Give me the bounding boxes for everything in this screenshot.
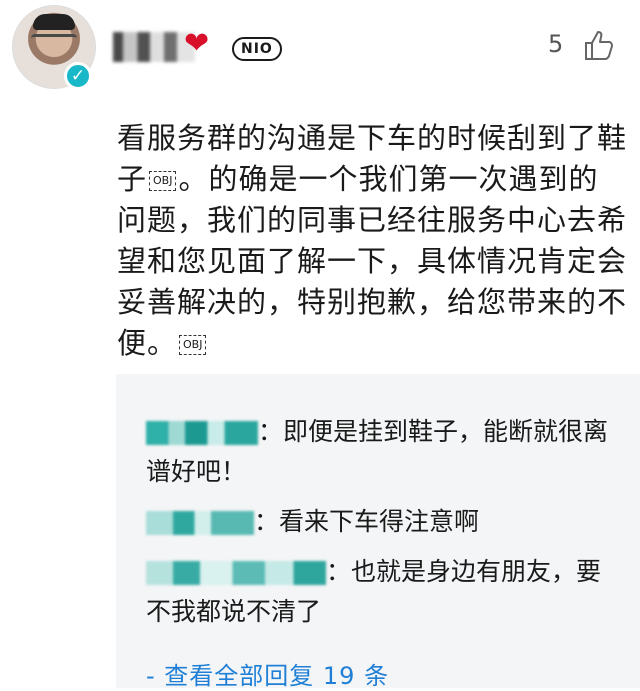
username-blurred[interactable] bbox=[113, 32, 195, 62]
reply-author-blurred[interactable] bbox=[146, 511, 254, 535]
reply-text: ：看来下车得注意啊 bbox=[254, 507, 480, 536]
view-all-replies-link[interactable]: - 查看全部回复 19 条 bbox=[146, 656, 389, 691]
obj-placeholder: OBJ bbox=[179, 335, 207, 355]
comment-text-part2: 。的确是一个我们第一次遇到的问题，我们的同事已经往服务中心去希望和您见面了解一下… bbox=[117, 162, 628, 360]
reply-item[interactable]: ：即便是挂到鞋子，能断就很离谱好吧！ bbox=[146, 412, 616, 492]
avatar-glasses bbox=[31, 34, 77, 49]
like-count: 5 bbox=[548, 30, 564, 58]
reply-author-blurred[interactable] bbox=[146, 561, 326, 585]
reply-item[interactable]: ：也就是身边有朋友，要不我都说不清了 bbox=[146, 552, 616, 632]
replies-panel: ：即便是挂到鞋子，能断就很离谱好吧！ ：看来下车得注意啊 ：也就是身边有朋友，要… bbox=[116, 374, 640, 691]
verified-icon: ✓ bbox=[64, 62, 92, 90]
comment-text: 看服务群的沟通是下车的时候刮到了鞋子 OBJ 。的确是一个我们第一次遇到的问题，我们… bbox=[117, 118, 627, 364]
thumbs-up-icon[interactable] bbox=[582, 28, 616, 62]
reply-item[interactable]: ：看来下车得注意啊 bbox=[146, 502, 616, 542]
reply-author-blurred[interactable] bbox=[146, 421, 258, 445]
heart-icon: ❤ bbox=[184, 26, 210, 61]
nio-badge[interactable]: NIO bbox=[232, 37, 282, 61]
obj-placeholder: OBJ bbox=[149, 171, 177, 191]
avatar-hair bbox=[33, 14, 75, 30]
